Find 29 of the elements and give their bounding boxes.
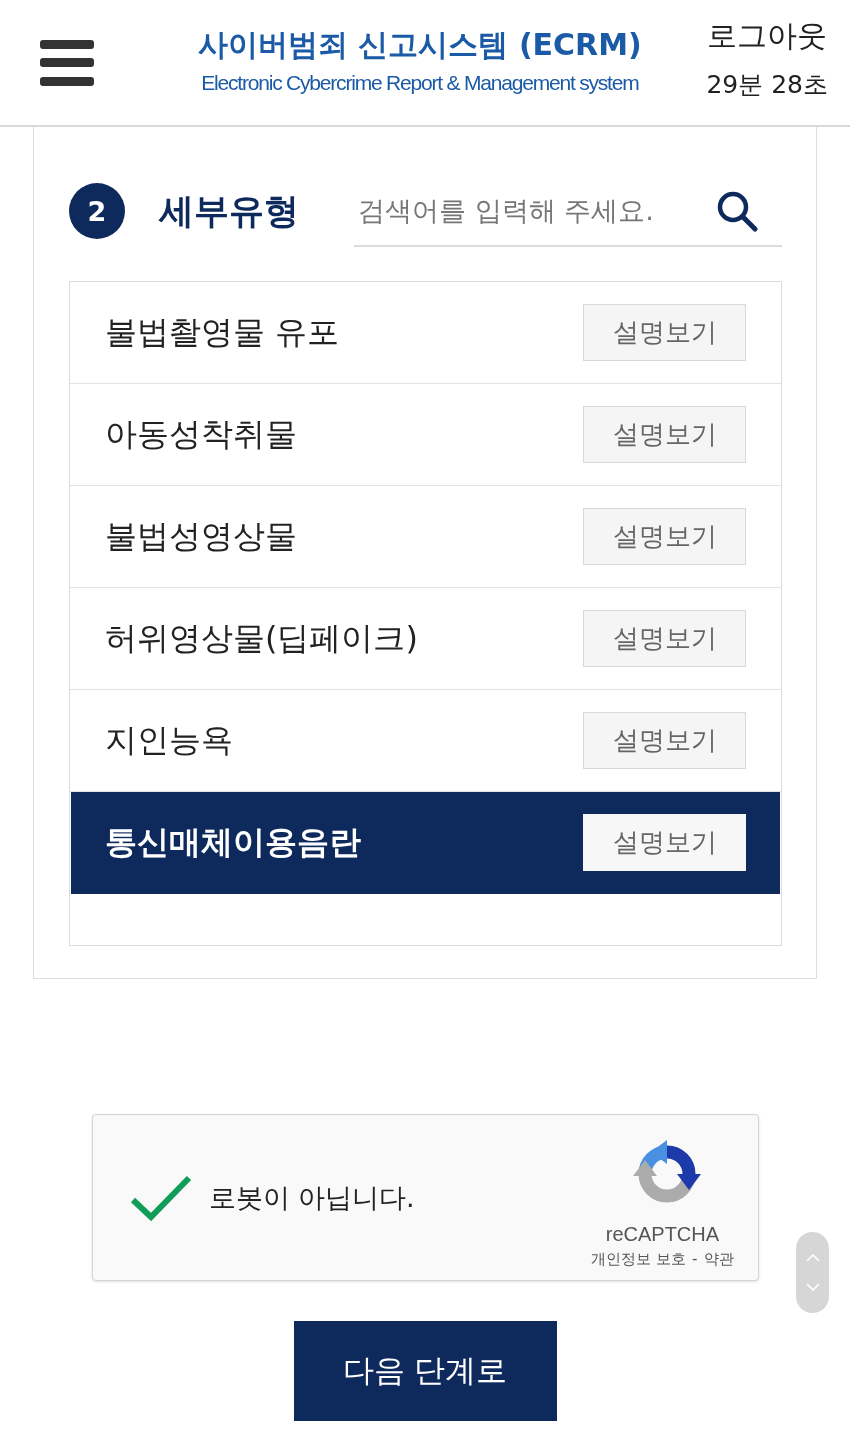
site-subtitle: Electronic Cybercrime Report & Management system — [201, 70, 639, 95]
type-label: 허위영상물(딥페이크) — [105, 617, 418, 659]
terms-link[interactable]: 약관 — [703, 1250, 734, 1269]
description-button[interactable]: 설명보기 — [583, 304, 746, 361]
logout-link[interactable]: 로그아웃 — [707, 15, 828, 56]
search-field[interactable]: 검색어를 입력해 주세요. — [354, 175, 782, 247]
description-button[interactable]: 설명보기 — [583, 406, 746, 463]
checkmark-icon[interactable] — [129, 1174, 192, 1221]
link-separator: - — [692, 1250, 698, 1269]
menu-icon[interactable] — [40, 39, 94, 86]
description-button[interactable]: 설명보기 — [583, 712, 746, 769]
next-step-button[interactable]: 다음 단계로 — [293, 1321, 557, 1421]
description-button[interactable]: 설명보기 — [583, 610, 746, 667]
description-button[interactable]: 설명보기 — [583, 508, 746, 565]
type-list-item[interactable]: 통신매체이용음란 설명보기 — [71, 792, 780, 894]
type-label: 통신매체이용음란 — [105, 821, 361, 863]
type-label: 불법성영상물 — [105, 515, 297, 557]
description-button[interactable]: 설명보기 — [583, 814, 746, 871]
site-title[interactable]: 사이버범죄 신고시스템 (ECRM) — [198, 24, 642, 65]
type-label: 지인능욕 — [105, 719, 233, 761]
section-title: 세부유형 — [159, 189, 299, 233]
recaptcha-brand: reCAPTCHA — [605, 1222, 720, 1246]
type-label: 불법촬영물 유포 — [105, 311, 340, 353]
type-label: 아동성착취물 — [105, 413, 297, 455]
captcha-label: 로봇이 아닙니다. — [208, 1180, 415, 1215]
step-number: 2 — [69, 183, 125, 239]
privacy-link[interactable]: 개인정보 보호 — [591, 1250, 687, 1269]
search-icon[interactable] — [716, 190, 758, 232]
session-timer: 29분 28초 — [706, 68, 828, 101]
